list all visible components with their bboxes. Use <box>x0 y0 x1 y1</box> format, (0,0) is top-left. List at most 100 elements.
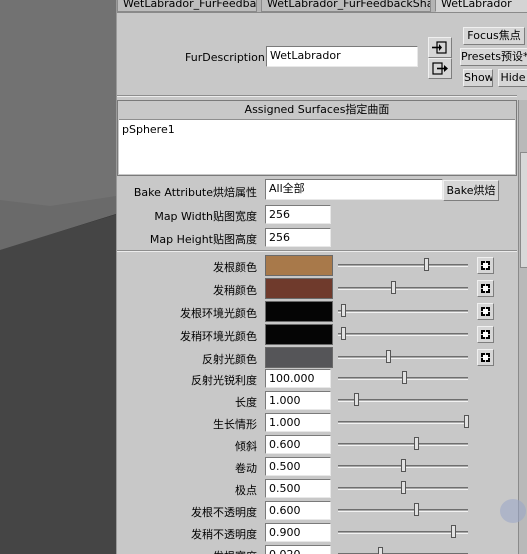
attribute-slider[interactable] <box>338 522 468 542</box>
color-attribute-label: 发根颜色 <box>213 261 257 274</box>
fur-description-field[interactable]: WetLabrador <box>266 46 418 67</box>
numeric-attribute-field[interactable]: 0.600 <box>265 435 331 454</box>
numeric-attribute-label: 发根不透明度 <box>191 506 257 519</box>
map-button[interactable] <box>477 280 494 297</box>
attribute-slider[interactable] <box>338 255 468 275</box>
slider-track <box>338 443 468 446</box>
slider-track <box>338 310 468 313</box>
bake-button[interactable]: Bake烘焙 <box>443 180 499 201</box>
numeric-attribute-label: 发稍不透明度 <box>191 528 257 541</box>
slider-thumb[interactable] <box>414 503 419 516</box>
slider-thumb[interactable] <box>401 481 406 494</box>
presets-button[interactable]: Presets预设* <box>460 48 527 66</box>
bake-divider <box>117 250 517 252</box>
color-attribute-label: 发根环境光颜色 <box>180 307 257 320</box>
scrollbar-thumb[interactable] <box>520 152 527 268</box>
node-tabbar: WetLabrador_FurFeedback WetLabrador_FurF… <box>117 0 527 13</box>
fur-description-label: FurDescription: <box>185 51 269 64</box>
attribute-slider[interactable] <box>338 301 468 321</box>
slider-thumb[interactable] <box>451 525 456 538</box>
color-swatch[interactable] <box>265 347 333 368</box>
map-width-field[interactable]: 256 <box>265 205 331 224</box>
attribute-slider[interactable] <box>338 500 468 520</box>
numeric-attribute-field[interactable]: 1.000 <box>265 391 331 410</box>
attribute-slider[interactable] <box>338 390 468 410</box>
attribute-slider[interactable] <box>338 456 468 476</box>
color-attribute-label: 反射光颜色 <box>202 353 257 366</box>
assigned-surfaces-panel: Assigned Surfaces指定曲面 pSphere1 <box>117 100 517 176</box>
checker-map-icon <box>481 330 490 339</box>
attribute-scrollbar[interactable] <box>518 100 527 554</box>
tab-fur-feedback-shape[interactable]: WetLabrador_FurFeedbackShape <box>261 0 431 12</box>
numeric-attribute-field[interactable]: 0.020 <box>265 545 331 554</box>
fur-attribute-editor: WetLabrador_FurFeedback WetLabrador_FurF… <box>116 0 527 554</box>
baidu-watermark: Bai du <box>500 499 526 523</box>
attribute-slider[interactable] <box>338 478 468 498</box>
slider-track <box>338 421 468 424</box>
tab-wet-labrador[interactable]: WetLabrador <box>435 0 527 12</box>
bake-attribute-label: Bake Attribute烘焙属性 <box>133 186 257 199</box>
show-button[interactable]: Show <box>463 69 493 87</box>
color-swatch[interactable] <box>265 324 333 345</box>
focus-button[interactable]: Focus焦点 <box>463 27 525 45</box>
slider-thumb[interactable] <box>414 437 419 450</box>
attribute-slider[interactable] <box>338 347 468 367</box>
assigned-surfaces-list[interactable]: pSphere1 <box>119 119 515 174</box>
map-height-label: Map Height贴图高度 <box>149 233 257 246</box>
tab-fur-feedback[interactable]: WetLabrador_FurFeedback <box>117 0 257 12</box>
numeric-attribute-label: 发根宽度 <box>213 548 257 554</box>
export-icon <box>432 62 448 75</box>
attribute-slider[interactable] <box>338 368 468 388</box>
slider-thumb[interactable] <box>464 415 469 428</box>
checker-map-icon <box>481 353 490 362</box>
slider-thumb[interactable] <box>378 547 383 554</box>
slider-thumb[interactable] <box>401 459 406 472</box>
numeric-attribute-field[interactable]: 0.500 <box>265 457 331 476</box>
viewport-scene <box>0 0 116 554</box>
numeric-attribute-field[interactable]: 0.500 <box>265 479 331 498</box>
attribute-slider[interactable] <box>338 412 469 432</box>
color-swatch[interactable] <box>265 301 333 322</box>
map-button[interactable] <box>477 326 494 343</box>
slider-thumb[interactable] <box>391 281 396 294</box>
numeric-attribute-field[interactable]: 1.000 <box>265 413 331 432</box>
slider-track <box>338 509 468 512</box>
slider-thumb[interactable] <box>341 304 346 317</box>
slider-thumb[interactable] <box>386 350 391 363</box>
attribute-slider[interactable] <box>338 434 468 454</box>
header-divider <box>117 95 517 97</box>
hide-button[interactable]: Hide <box>498 69 527 87</box>
map-width-label: Map Width贴图宽度 <box>154 210 257 223</box>
checker-map-icon <box>481 307 490 316</box>
import-icon <box>432 41 447 54</box>
numeric-attribute-label: 长度 <box>235 396 257 409</box>
slider-thumb[interactable] <box>402 371 407 384</box>
3d-viewport[interactable] <box>0 0 116 554</box>
export-button[interactable] <box>428 58 452 79</box>
map-button[interactable] <box>477 349 494 366</box>
map-button[interactable] <box>477 257 494 274</box>
import-button[interactable] <box>428 37 452 58</box>
slider-thumb[interactable] <box>341 327 346 340</box>
attribute-slider[interactable] <box>338 324 468 344</box>
slider-thumb[interactable] <box>424 258 429 271</box>
checker-map-icon <box>481 284 490 293</box>
numeric-attribute-field[interactable]: 0.900 <box>265 523 331 542</box>
color-attribute-label: 发稍环境光颜色 <box>180 330 257 343</box>
slider-track <box>338 356 468 359</box>
map-button[interactable] <box>477 303 494 320</box>
color-swatch[interactable] <box>265 255 333 276</box>
color-attribute-label: 发稍颜色 <box>213 284 257 297</box>
slider-track <box>338 531 468 534</box>
numeric-attribute-label: 反射光锐利度 <box>191 374 257 387</box>
slider-thumb[interactable] <box>354 393 359 406</box>
attribute-slider[interactable] <box>338 278 468 298</box>
list-item[interactable]: pSphere1 <box>122 123 175 136</box>
bake-attribute-field[interactable]: All全部 <box>265 179 443 200</box>
map-height-field[interactable]: 256 <box>265 228 331 247</box>
numeric-attribute-field[interactable]: 0.600 <box>265 501 331 520</box>
attribute-slider[interactable] <box>338 544 468 554</box>
assigned-surfaces-header: Assigned Surfaces指定曲面 <box>244 103 390 116</box>
numeric-attribute-field[interactable]: 100.000 <box>265 369 331 388</box>
color-swatch[interactable] <box>265 278 333 299</box>
